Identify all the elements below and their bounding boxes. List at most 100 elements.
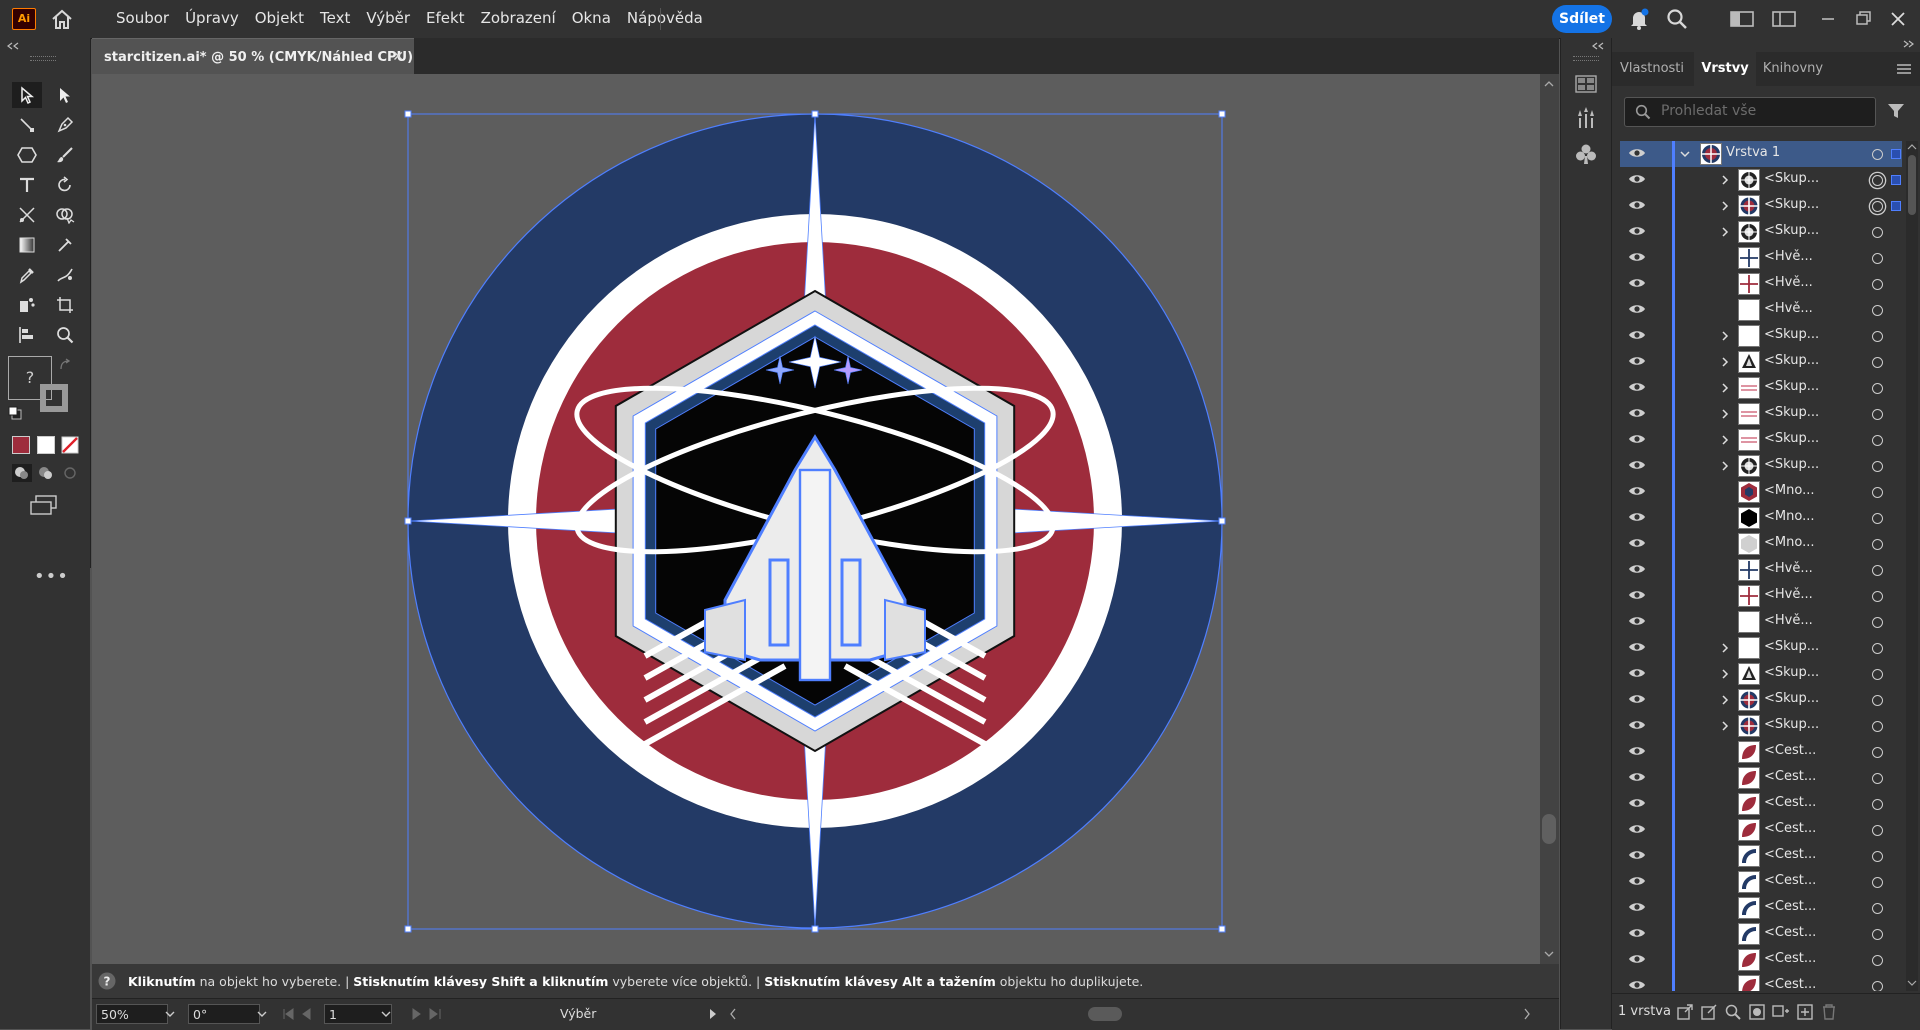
mesh-tool[interactable] — [50, 232, 80, 258]
direct-selection-tool[interactable] — [50, 82, 80, 108]
target-indicator-icon[interactable] — [1872, 695, 1883, 706]
layer-row[interactable]: <Cest... — [1620, 895, 1902, 921]
help-question-icon[interactable]: ? — [98, 972, 116, 990]
target-indicator-icon[interactable] — [1872, 565, 1883, 576]
visibility-eye-icon[interactable] — [1628, 302, 1646, 316]
target-indicator-icon[interactable] — [1872, 461, 1883, 472]
target-indicator-icon[interactable] — [1872, 253, 1883, 264]
menu-item[interactable]: Úpravy — [177, 0, 247, 38]
shape-builder-tool[interactable] — [50, 202, 80, 228]
target-indicator-icon[interactable] — [1872, 383, 1883, 394]
menu-item[interactable]: Soubor — [108, 0, 177, 38]
visibility-eye-icon[interactable] — [1628, 510, 1646, 524]
visibility-eye-icon[interactable] — [1628, 900, 1646, 914]
target-indicator-icon[interactable] — [1872, 799, 1883, 810]
visibility-eye-icon[interactable] — [1628, 380, 1646, 394]
none-mode-button[interactable] — [61, 436, 79, 454]
layers-scroll-down-icon[interactable] — [1907, 979, 1917, 987]
selection-tool[interactable] — [12, 82, 42, 108]
expand-group-icon[interactable] — [1718, 693, 1732, 707]
visibility-eye-icon[interactable] — [1628, 536, 1646, 550]
target-indicator-icon[interactable] — [1872, 201, 1883, 212]
selected-art-indicator[interactable] — [1891, 175, 1901, 185]
target-indicator-icon[interactable] — [1872, 513, 1883, 524]
arrange-documents-icon[interactable] — [1730, 8, 1754, 30]
visibility-eye-icon[interactable] — [1628, 562, 1646, 576]
layer-row[interactable]: <Cest... — [1620, 817, 1902, 843]
visibility-eye-icon[interactable] — [1628, 484, 1646, 498]
hscroll-left-icon[interactable] — [728, 1008, 738, 1020]
layer-row[interactable]: <Skup... — [1620, 661, 1902, 687]
visibility-eye-icon[interactable] — [1628, 744, 1646, 758]
make-clipping-mask-icon[interactable] — [1748, 1003, 1766, 1021]
target-indicator-icon[interactable] — [1872, 669, 1883, 680]
tab-properties[interactable]: Vlastnosti — [1612, 52, 1692, 86]
symbols-club-icon[interactable] — [1574, 142, 1598, 166]
expand-group-icon[interactable] — [1718, 667, 1732, 681]
layer-row[interactable]: <Hvě... — [1620, 245, 1902, 271]
zoom-field[interactable]: 50% — [96, 1004, 168, 1024]
expand-group-icon[interactable] — [1718, 719, 1732, 733]
minimize-window-icon[interactable] — [1816, 8, 1840, 30]
menu-item[interactable]: Nápověda — [619, 0, 711, 38]
collect-for-export-icon[interactable] — [1676, 1003, 1694, 1021]
layer-row[interactable]: <Cest... — [1620, 765, 1902, 791]
target-indicator-icon[interactable] — [1872, 825, 1883, 836]
expand-group-icon[interactable] — [1718, 173, 1732, 187]
toolbar-grip[interactable] — [30, 56, 56, 61]
close-window-icon[interactable] — [1886, 8, 1910, 30]
artboard-tool[interactable] — [50, 292, 80, 318]
expand-group-icon[interactable] — [1718, 381, 1732, 395]
draw-inside-icon[interactable] — [60, 464, 80, 482]
share-button[interactable]: Sdílet — [1552, 5, 1612, 33]
layer-row-top[interactable]: Vrstva 1 — [1620, 141, 1902, 167]
expand-group-icon[interactable] — [1718, 329, 1732, 343]
target-indicator-icon[interactable] — [1872, 357, 1883, 368]
target-indicator-icon[interactable] — [1872, 409, 1883, 420]
target-indicator-icon[interactable] — [1872, 305, 1883, 316]
anchor-point-tool[interactable] — [12, 112, 42, 138]
collapse-right-panel-icon[interactable] — [1902, 40, 1914, 48]
vertical-scroll-thumb[interactable] — [1542, 814, 1556, 844]
visibility-eye-icon[interactable] — [1628, 458, 1646, 472]
layer-row[interactable]: <Cest... — [1620, 869, 1902, 895]
expand-group-icon[interactable] — [1718, 199, 1732, 213]
layer-row[interactable]: <Mno... — [1620, 479, 1902, 505]
layer-row[interactable]: <Hvě... — [1620, 557, 1902, 583]
column-graph-tool[interactable] — [12, 322, 42, 348]
target-indicator-icon[interactable] — [1872, 149, 1883, 160]
collapse-layer-icon[interactable] — [1678, 147, 1692, 161]
layer-row[interactable]: <Cest... — [1620, 791, 1902, 817]
gradient-tool[interactable] — [12, 232, 42, 258]
layer-row[interactable]: <Cest... — [1620, 973, 1902, 991]
screen-mode-icon[interactable] — [28, 494, 60, 518]
canvas-vertical-scrollbar[interactable] — [1540, 74, 1559, 964]
visibility-eye-icon[interactable] — [1628, 250, 1646, 264]
target-indicator-icon[interactable] — [1872, 227, 1883, 238]
collapse-panel-icon[interactable] — [6, 42, 20, 50]
tab-layers[interactable]: Vrstvy — [1694, 52, 1756, 86]
symbol-sprayer-tool[interactable] — [12, 292, 42, 318]
paintbrush-tool[interactable] — [50, 142, 80, 168]
visibility-eye-icon[interactable] — [1628, 952, 1646, 966]
status-menu-arrow-icon[interactable] — [708, 1008, 718, 1020]
gradient-mode-button[interactable] — [37, 436, 55, 454]
target-indicator-icon[interactable] — [1872, 331, 1883, 342]
target-indicator-icon[interactable] — [1872, 539, 1883, 550]
visibility-eye-icon[interactable] — [1628, 198, 1646, 212]
puppet-warp-tool[interactable] — [50, 262, 80, 288]
search-icon[interactable] — [1666, 8, 1688, 30]
target-indicator-icon[interactable] — [1872, 955, 1883, 966]
visibility-eye-icon[interactable] — [1628, 718, 1646, 732]
menu-item[interactable]: Výběr — [358, 0, 418, 38]
strip-grip[interactable] — [1573, 56, 1599, 61]
target-indicator-icon[interactable] — [1872, 591, 1883, 602]
visibility-eye-icon[interactable] — [1628, 692, 1646, 706]
visibility-eye-icon[interactable] — [1628, 614, 1646, 628]
target-indicator-icon[interactable] — [1872, 643, 1883, 654]
visibility-eye-icon[interactable] — [1628, 172, 1646, 186]
zoom-tool[interactable] — [50, 322, 80, 348]
brushes-icon[interactable] — [1574, 106, 1598, 130]
target-indicator-icon[interactable] — [1872, 981, 1883, 991]
menu-item[interactable]: Text — [312, 0, 358, 38]
